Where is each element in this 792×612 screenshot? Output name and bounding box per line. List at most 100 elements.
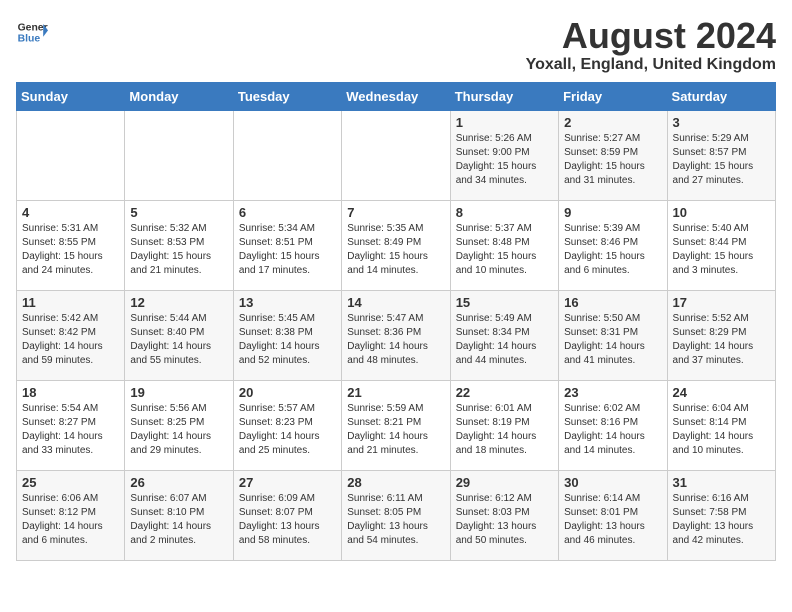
calendar-cell: 30 Sunrise: 6:14 AM Sunset: 8:01 PM Dayli… (559, 470, 667, 560)
day-info: Sunrise: 5:47 AM Sunset: 8:36 PM Dayligh… (347, 312, 444, 368)
calendar-cell: 8Sunrise: 5:37 AM Sunset: 8:48 PM Daylig… (450, 200, 558, 290)
day-info: Sunrise: 5:37 AM Sunset: 8:48 PM Dayligh… (456, 222, 553, 278)
day-number: 25 (22, 475, 119, 490)
calendar-cell: 26 Sunrise: 6:07 AM Sunset: 8:10 PM Dayli… (125, 470, 233, 560)
day-info: Sunrise: 5:52 AM Sunset: 8:29 PM Dayligh… (673, 312, 770, 368)
calendar-cell: 22 Sunrise: 6:01 AM Sunset: 8:19 PM Dayli… (450, 380, 558, 470)
calendar-cell: 21 Sunrise: 5:59 AM Sunset: 8:21 PM Dayli… (342, 380, 450, 470)
day-info: Sunrise: 5:57 AM Sunset: 8:23 PM Dayligh… (239, 402, 336, 458)
calendar-cell: 18 Sunrise: 5:54 AM Sunset: 8:27 PM Dayli… (17, 380, 125, 470)
day-number: 2 (564, 115, 661, 130)
day-number: 21 (347, 385, 444, 400)
calendar-cell: 19 Sunrise: 5:56 AM Sunset: 8:25 PM Dayli… (125, 380, 233, 470)
header-friday: Friday (559, 82, 667, 110)
calendar-cell: 11Sunrise: 5:42 AM Sunset: 8:42 PM Dayli… (17, 290, 125, 380)
header-thursday: Thursday (450, 82, 558, 110)
day-info: Sunrise: 5:29 AM Sunset: 8:57 PM Dayligh… (673, 132, 770, 188)
calendar-cell: 2 Sunrise: 5:27 AM Sunset: 8:59 PM Daylig… (559, 110, 667, 200)
day-number: 24 (673, 385, 770, 400)
day-info: Sunrise: 5:54 AM Sunset: 8:27 PM Dayligh… (22, 402, 119, 458)
day-number: 30 (564, 475, 661, 490)
title-block: August 2024 Yoxall, England, United King… (526, 16, 776, 74)
calendar-cell: 29Sunrise: 6:12 AM Sunset: 8:03 PM Dayli… (450, 470, 558, 560)
day-number: 29 (456, 475, 553, 490)
day-info: Sunrise: 5:34 AM Sunset: 8:51 PM Dayligh… (239, 222, 336, 278)
day-number: 27 (239, 475, 336, 490)
day-number: 9 (564, 205, 661, 220)
day-number: 13 (239, 295, 336, 310)
day-info: Sunrise: 5:59 AM Sunset: 8:21 PM Dayligh… (347, 402, 444, 458)
day-number: 20 (239, 385, 336, 400)
day-number: 4 (22, 205, 119, 220)
day-info: Sunrise: 5:40 AM Sunset: 8:44 PM Dayligh… (673, 222, 770, 278)
day-number: 14 (347, 295, 444, 310)
day-number: 26 (130, 475, 227, 490)
day-info: Sunrise: 6:11 AM Sunset: 8:05 PM Dayligh… (347, 492, 444, 548)
day-info: Sunrise: 5:35 AM Sunset: 8:49 PM Dayligh… (347, 222, 444, 278)
month-title: August 2024 (526, 16, 776, 56)
week-row-3: 11Sunrise: 5:42 AM Sunset: 8:42 PM Dayli… (17, 290, 776, 380)
week-row-5: 25 Sunrise: 6:06 AM Sunset: 8:12 PM Dayli… (17, 470, 776, 560)
day-number: 3 (673, 115, 770, 130)
day-info: Sunrise: 5:50 AM Sunset: 8:31 PM Dayligh… (564, 312, 661, 368)
calendar-cell (17, 110, 125, 200)
day-number: 23 (564, 385, 661, 400)
calendar-cell: 17 Sunrise: 5:52 AM Sunset: 8:29 PM Dayli… (667, 290, 775, 380)
day-info: Sunrise: 6:06 AM Sunset: 8:12 PM Dayligh… (22, 492, 119, 548)
calendar-cell: 13 Sunrise: 5:45 AM Sunset: 8:38 PM Dayli… (233, 290, 341, 380)
calendar-cell: 6 Sunrise: 5:34 AM Sunset: 8:51 PM Daylig… (233, 200, 341, 290)
day-number: 19 (130, 385, 227, 400)
day-number: 16 (564, 295, 661, 310)
week-row-1: 1Sunrise: 5:26 AM Sunset: 9:00 PM Daylig… (17, 110, 776, 200)
calendar-cell: 24 Sunrise: 6:04 AM Sunset: 8:14 PM Dayli… (667, 380, 775, 470)
day-info: Sunrise: 5:39 AM Sunset: 8:46 PM Dayligh… (564, 222, 661, 278)
day-info: Sunrise: 5:32 AM Sunset: 8:53 PM Dayligh… (130, 222, 227, 278)
day-number: 18 (22, 385, 119, 400)
day-info: Sunrise: 5:31 AM Sunset: 8:55 PM Dayligh… (22, 222, 119, 278)
header-tuesday: Tuesday (233, 82, 341, 110)
day-number: 11 (22, 295, 119, 310)
day-info: Sunrise: 6:02 AM Sunset: 8:16 PM Dayligh… (564, 402, 661, 458)
day-number: 1 (456, 115, 553, 130)
day-info: Sunrise: 6:09 AM Sunset: 8:07 PM Dayligh… (239, 492, 336, 548)
day-info: Sunrise: 5:49 AM Sunset: 8:34 PM Dayligh… (456, 312, 553, 368)
day-number: 15 (456, 295, 553, 310)
page-header: General Blue August 2024 Yoxall, England… (16, 16, 776, 74)
day-number: 28 (347, 475, 444, 490)
calendar-cell: 28 Sunrise: 6:11 AM Sunset: 8:05 PM Dayli… (342, 470, 450, 560)
calendar-cell: 9 Sunrise: 5:39 AM Sunset: 8:46 PM Daylig… (559, 200, 667, 290)
week-row-4: 18 Sunrise: 5:54 AM Sunset: 8:27 PM Dayli… (17, 380, 776, 470)
day-number: 6 (239, 205, 336, 220)
day-number: 22 (456, 385, 553, 400)
location: Yoxall, England, United Kingdom (526, 56, 776, 74)
calendar-cell: 31Sunrise: 6:16 AM Sunset: 7:58 PM Dayli… (667, 470, 775, 560)
day-info: Sunrise: 6:16 AM Sunset: 7:58 PM Dayligh… (673, 492, 770, 548)
calendar-cell: 14 Sunrise: 5:47 AM Sunset: 8:36 PM Dayli… (342, 290, 450, 380)
day-info: Sunrise: 6:14 AM Sunset: 8:01 PM Dayligh… (564, 492, 661, 548)
calendar-cell: 20 Sunrise: 5:57 AM Sunset: 8:23 PM Dayli… (233, 380, 341, 470)
day-info: Sunrise: 6:07 AM Sunset: 8:10 PM Dayligh… (130, 492, 227, 548)
svg-text:Blue: Blue (18, 34, 41, 45)
header-monday: Monday (125, 82, 233, 110)
week-row-2: 4 Sunrise: 5:31 AM Sunset: 8:55 PM Daylig… (17, 200, 776, 290)
day-info: Sunrise: 6:04 AM Sunset: 8:14 PM Dayligh… (673, 402, 770, 458)
day-number: 17 (673, 295, 770, 310)
day-number: 7 (347, 205, 444, 220)
day-info: Sunrise: 5:56 AM Sunset: 8:25 PM Dayligh… (130, 402, 227, 458)
calendar-cell: 12Sunrise: 5:44 AM Sunset: 8:40 PM Dayli… (125, 290, 233, 380)
day-info: Sunrise: 5:45 AM Sunset: 8:38 PM Dayligh… (239, 312, 336, 368)
calendar-cell (342, 110, 450, 200)
calendar-cell: 10 Sunrise: 5:40 AM Sunset: 8:44 PM Dayli… (667, 200, 775, 290)
day-info: Sunrise: 5:27 AM Sunset: 8:59 PM Dayligh… (564, 132, 661, 188)
calendar-cell: 4 Sunrise: 5:31 AM Sunset: 8:55 PM Daylig… (17, 200, 125, 290)
calendar-header-row: SundayMondayTuesdayWednesdayThursdayFrid… (17, 82, 776, 110)
calendar-cell: 23 Sunrise: 6:02 AM Sunset: 8:16 PM Dayli… (559, 380, 667, 470)
calendar-cell: 16 Sunrise: 5:50 AM Sunset: 8:31 PM Dayli… (559, 290, 667, 380)
day-info: Sunrise: 6:01 AM Sunset: 8:19 PM Dayligh… (456, 402, 553, 458)
calendar-cell (125, 110, 233, 200)
calendar-cell: 7 Sunrise: 5:35 AM Sunset: 8:49 PM Daylig… (342, 200, 450, 290)
day-number: 10 (673, 205, 770, 220)
day-number: 5 (130, 205, 227, 220)
header-saturday: Saturday (667, 82, 775, 110)
calendar-table: SundayMondayTuesdayWednesdayThursdayFrid… (16, 82, 776, 561)
